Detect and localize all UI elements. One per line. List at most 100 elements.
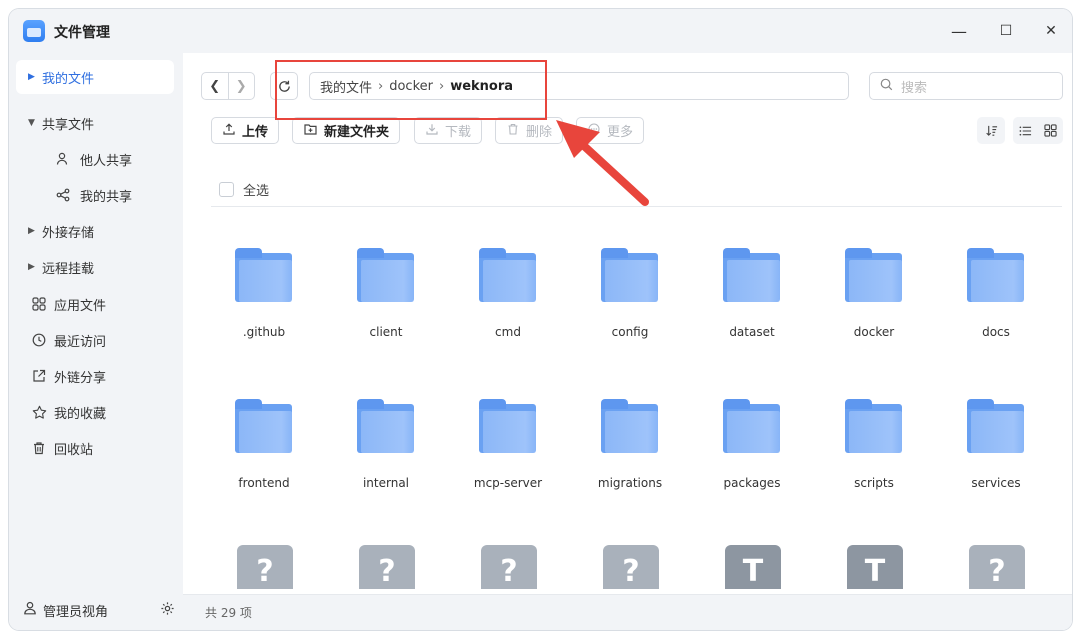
delete-button[interactable]: 删除 [495, 117, 564, 144]
folder-icon [723, 399, 780, 453]
new-folder-button[interactable]: 新建文件夹 [292, 117, 401, 144]
sidebar-item-recycle-bin[interactable]: 回收站 [16, 431, 174, 465]
sidebar-item-remote-mount[interactable]: ▶ 远程挂载 [16, 250, 174, 284]
download-button[interactable]: 下载 [414, 117, 483, 144]
folder-item[interactable]: docs [943, 241, 1049, 361]
sidebar-item-my-files[interactable]: ▶ 我的文件 [16, 60, 174, 94]
history-nav: ❮ ❯ [201, 72, 255, 100]
app-icon [23, 20, 45, 42]
sidebar-item-link-share[interactable]: 外链分享 [16, 359, 174, 393]
caret-right-icon: ▶ [28, 262, 35, 272]
file-glyph: ? [256, 554, 274, 589]
file-name: client [369, 325, 403, 339]
more-icon [588, 123, 600, 138]
list-view-button[interactable] [1013, 117, 1038, 144]
folder-item[interactable]: docker [821, 241, 927, 361]
folder-item[interactable]: internal [333, 392, 439, 512]
folder-item[interactable]: client [333, 241, 439, 361]
gear-icon[interactable] [160, 601, 175, 620]
folder-icon [601, 399, 658, 453]
close-button[interactable]: ✕ [1039, 19, 1063, 43]
sidebar-item-label: 最近访问 [54, 334, 107, 350]
minimize-button[interactable]: — [947, 19, 971, 43]
share-icon [54, 187, 72, 203]
folder-item[interactable]: services [943, 392, 1049, 512]
folder-icon [235, 399, 292, 453]
file-name: mcp-server [473, 476, 543, 490]
maximize-button[interactable]: ☐ [994, 19, 1018, 43]
file-glyph: ? [988, 554, 1006, 589]
view-switcher [1013, 117, 1063, 144]
text-file-icon: T [725, 545, 781, 589]
file-glyph: ? [378, 554, 396, 589]
file-glyph: ? [500, 554, 518, 589]
caret-down-icon: ▼ [28, 118, 35, 128]
back-button[interactable]: ❮ [202, 73, 228, 99]
folder-item[interactable]: cmd [455, 241, 561, 361]
unknown-file-icon: ? [237, 545, 293, 589]
sidebar-item-app-files[interactable]: 应用文件 [16, 287, 174, 321]
sidebar-item-label: 共享文件 [42, 117, 95, 133]
sidebar-item-label: 回收站 [54, 442, 94, 458]
unknown-file-icon: ? [969, 545, 1025, 589]
new-folder-label: 新建文件夹 [324, 125, 390, 140]
file-name: services [971, 476, 1021, 490]
search-input[interactable]: 搜索 [869, 72, 1063, 100]
file-glyph: ? [622, 554, 640, 589]
sort-button[interactable] [977, 117, 1005, 144]
folder-item[interactable]: packages [699, 392, 805, 512]
file-glyph: T [742, 554, 764, 589]
folder-item[interactable]: frontend [211, 392, 317, 512]
select-all[interactable]: 全选 [219, 180, 269, 199]
delete-label: 删除 [526, 125, 553, 140]
list-view-icon [1019, 125, 1032, 136]
file-name: docker [853, 325, 895, 339]
sidebar-item-shared-by-others[interactable]: 他人共享 [16, 142, 174, 176]
sidebar-item-label: 我的文件 [42, 71, 95, 87]
trash-icon [507, 123, 519, 138]
caret-right-icon: ▶ [28, 226, 35, 236]
folder-item[interactable]: mcp-server [455, 392, 561, 512]
item-count: 共 29 项 [205, 606, 252, 620]
unknown-file-icon: ? [603, 545, 659, 589]
sidebar-item-label: 外链分享 [54, 370, 107, 386]
folder-icon [967, 248, 1024, 302]
file-name: dataset [729, 325, 775, 339]
upload-button[interactable]: 上传 [211, 117, 280, 144]
title-bar: 文件管理 — ☐ ✕ [9, 9, 1072, 53]
folder-icon [845, 399, 902, 453]
sidebar-item-label: 他人共享 [80, 153, 133, 169]
file-name: .github [242, 325, 286, 339]
select-all-checkbox[interactable] [219, 182, 234, 197]
file-name: cmd [495, 325, 521, 339]
folder-item[interactable]: dataset [699, 241, 805, 361]
more-button[interactable]: 更多 [576, 117, 645, 144]
file-glyph: T [864, 554, 886, 589]
grid-view-button[interactable] [1038, 117, 1063, 144]
text-file-icon: T [847, 545, 903, 589]
sidebar-item-recent[interactable]: 最近访问 [16, 323, 174, 357]
admin-view-toggle[interactable]: 管理员视角 [9, 590, 183, 630]
trash-icon [30, 440, 48, 456]
folder-item[interactable]: config [577, 241, 683, 361]
apps-grid-icon [30, 296, 48, 312]
folder-item[interactable]: .github [211, 241, 317, 361]
sidebar-item-favorites[interactable]: 我的收藏 [16, 395, 174, 429]
file-name: config [611, 325, 649, 339]
folder-icon [967, 399, 1024, 453]
sidebar-item-label: 外接存储 [42, 225, 95, 241]
users-icon [54, 151, 72, 167]
search-placeholder: 搜索 [901, 80, 928, 96]
forward-button[interactable]: ❯ [227, 73, 255, 99]
file-name: packages [723, 476, 781, 490]
folder-item[interactable]: scripts [821, 392, 927, 512]
external-link-icon [30, 368, 48, 384]
folder-icon [845, 248, 902, 302]
folder-item[interactable]: migrations [577, 392, 683, 512]
admin-user-icon [23, 601, 37, 619]
sidebar-item-my-shares[interactable]: 我的共享 [16, 178, 174, 212]
sidebar-item-shared-files[interactable]: ▼ 共享文件 [16, 106, 174, 140]
folder-icon [723, 248, 780, 302]
sidebar-item-external-storage[interactable]: ▶ 外接存储 [16, 214, 174, 248]
folder-icon [235, 248, 292, 302]
